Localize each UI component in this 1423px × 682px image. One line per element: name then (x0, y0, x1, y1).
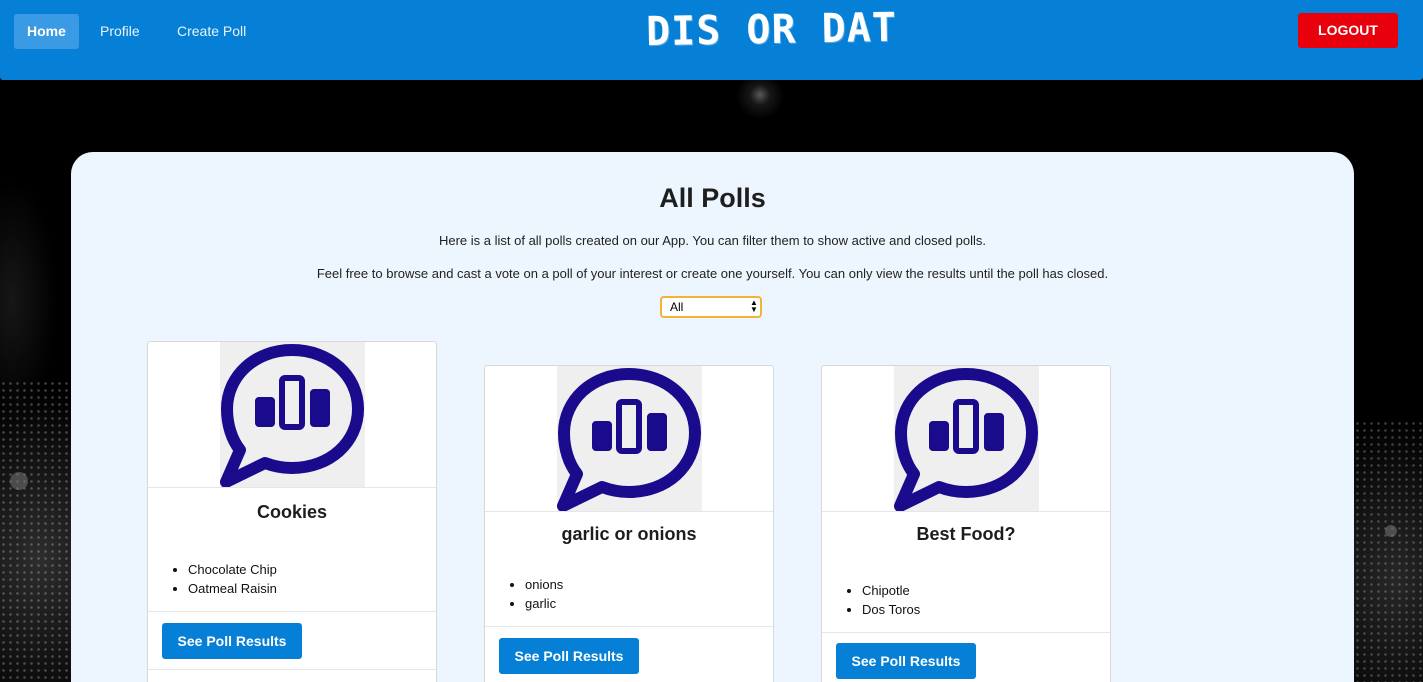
poll-card-image (557, 366, 702, 511)
see-poll-results-button[interactable]: See Poll Results (162, 623, 302, 659)
background-dots-right (1354, 420, 1423, 682)
poll-card: Cookies Chocolate ChipOatmeal Raisin See P… (147, 341, 437, 682)
poll-filter-value: All (670, 300, 684, 314)
background-dots-left (0, 380, 72, 682)
see-poll-results-button[interactable]: See Poll Results (499, 638, 639, 674)
background-glow (10, 472, 28, 490)
brand-logo[interactable]: DIS OR DAT (60, 0, 1423, 65)
poll-title: Cookies (256, 502, 328, 522)
poll-filter-select[interactable]: All ▲ ▼ (660, 296, 762, 318)
poll-title: Best Food? (916, 524, 1016, 544)
poll-options-list: ChipotleDos Toros (844, 581, 920, 619)
poll-option: onions (525, 575, 563, 594)
poll-option: Dos Toros (862, 600, 920, 619)
poll-chat-icon (557, 368, 701, 511)
card-divider (485, 511, 773, 512)
see-poll-results-button[interactable]: See Poll Results (836, 643, 976, 679)
card-divider (148, 611, 436, 612)
poll-chat-icon (894, 368, 1038, 511)
poll-option: Chipotle (862, 581, 920, 600)
select-arrows-icon: ▲ ▼ (750, 298, 758, 314)
top-navbar: Home Profile Create Poll DIS OR DAT LOGO… (0, 0, 1423, 80)
poll-card: Best Food? ChipotleDos Toros See Poll Resu… (821, 365, 1111, 682)
card-divider (148, 487, 436, 488)
card-divider (822, 632, 1110, 633)
poll-card-image (220, 342, 365, 487)
poll-option: garlic (525, 594, 563, 613)
background-glow (1385, 525, 1397, 537)
card-divider (822, 511, 1110, 512)
poll-options-list: Chocolate ChipOatmeal Raisin (170, 560, 277, 598)
poll-title: garlic or onions (561, 524, 697, 544)
page-description: Here is a list of all polls created on o… (438, 233, 987, 248)
poll-options-list: onionsgarlic (507, 575, 563, 613)
page-description-secondary: Feel free to browse and cast a vote on a… (316, 266, 1109, 281)
page-title: All Polls (659, 183, 766, 213)
poll-card-image (894, 366, 1039, 511)
logout-button[interactable]: LOGOUT (1298, 13, 1398, 48)
poll-chat-icon (220, 344, 364, 487)
poll-option: Chocolate Chip (188, 560, 277, 579)
poll-card: garlic or onions onionsgarlic See Poll Res… (484, 365, 774, 682)
card-divider (148, 669, 436, 670)
card-divider (485, 626, 773, 627)
poll-option: Oatmeal Raisin (188, 579, 277, 598)
